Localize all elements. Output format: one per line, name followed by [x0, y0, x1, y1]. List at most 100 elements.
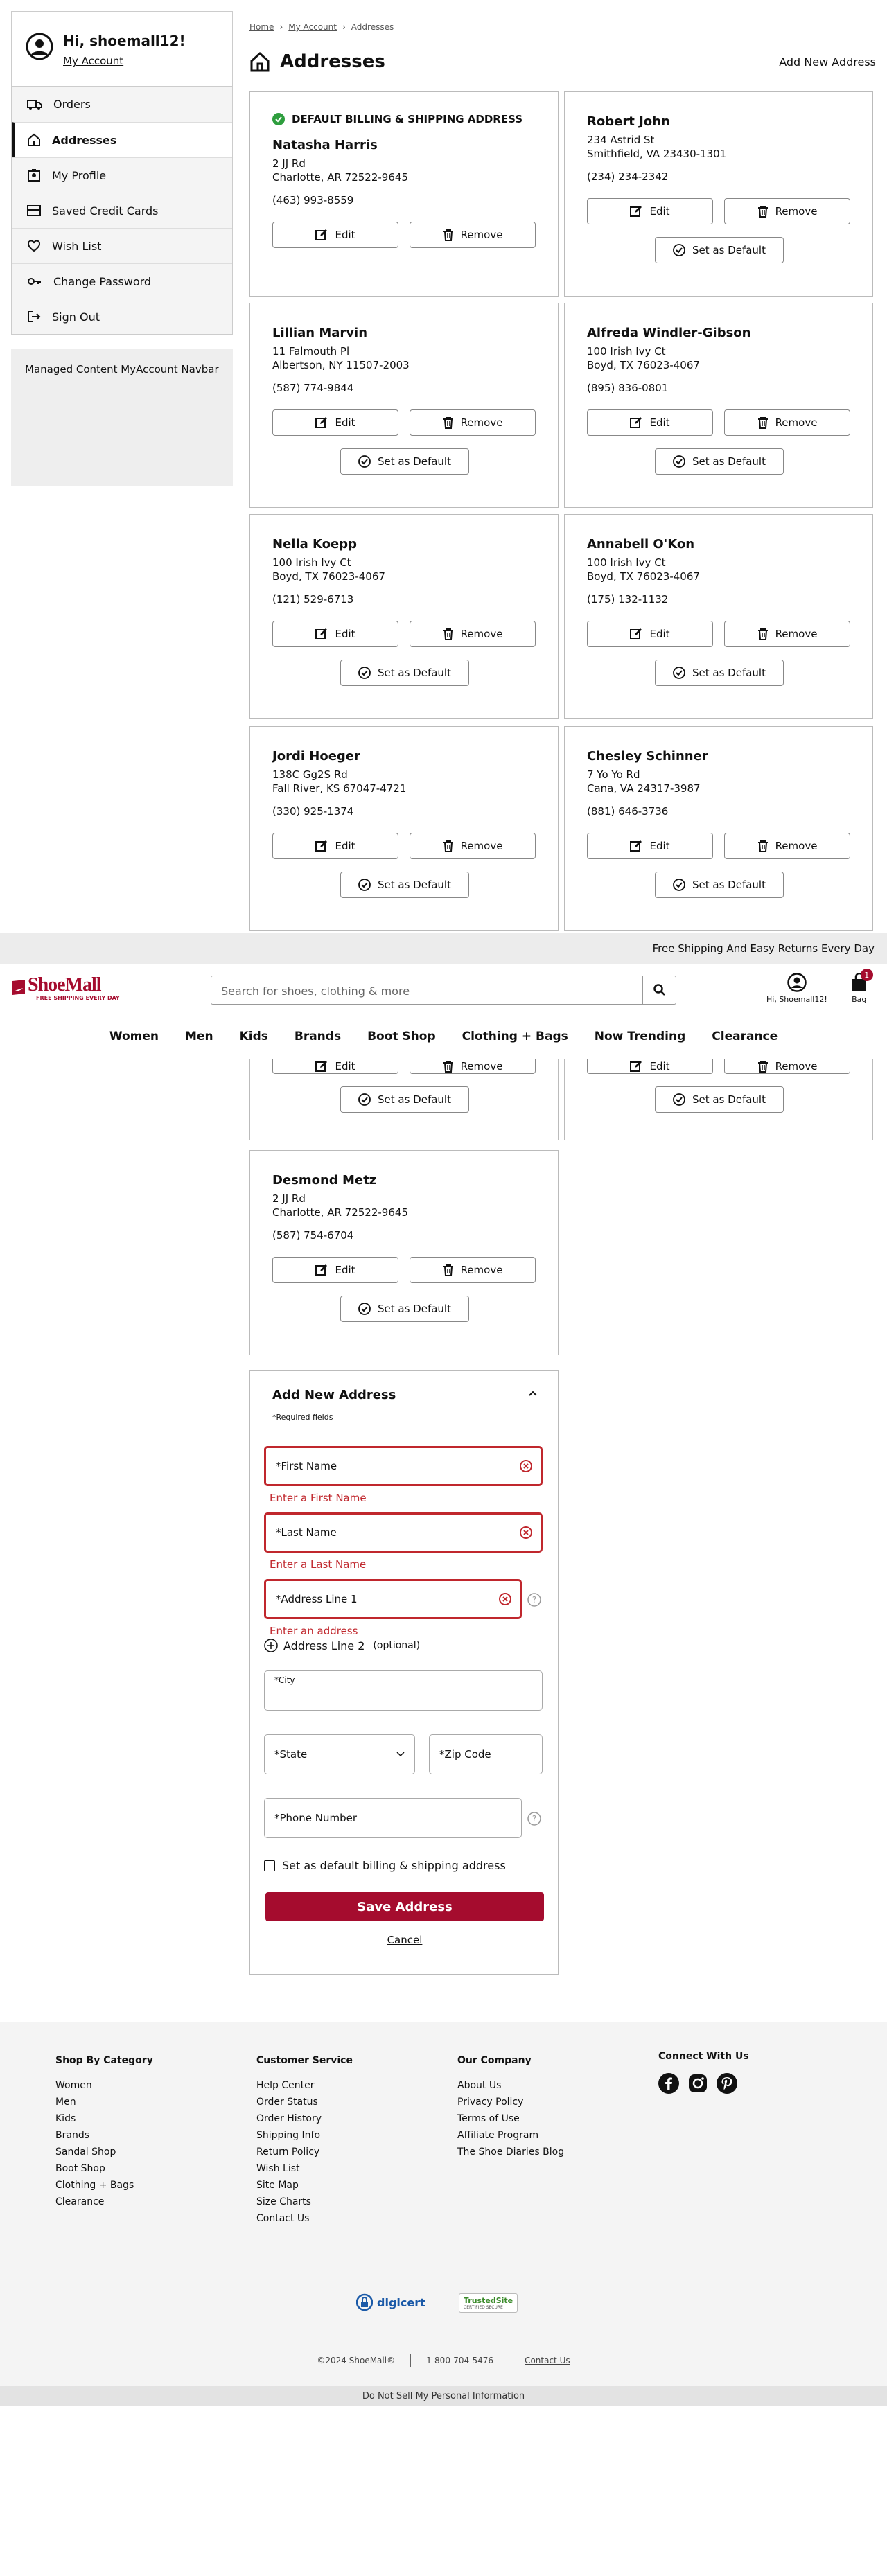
footer-link[interactable]: Terms of Use	[457, 2110, 564, 2127]
footer-link[interactable]: Wish List	[256, 2160, 353, 2177]
search-input[interactable]: Search for shoes, clothing & more	[211, 976, 642, 1004]
edit-button[interactable]: Edit	[587, 198, 713, 224]
help-icon[interactable]: ?	[527, 1593, 541, 1607]
remove-button[interactable]: Remove	[410, 409, 536, 436]
footer-link[interactable]: Size Charts	[256, 2194, 353, 2210]
nav-item[interactable]: Men	[172, 1025, 227, 1053]
phone-number-field[interactable]: *Phone Number	[264, 1798, 522, 1838]
breadcrumb-home[interactable]: Home	[249, 22, 274, 32]
last-name-field[interactable]: *Last Name	[264, 1512, 543, 1553]
sidebar-item-wish-list[interactable]: Wish List	[12, 228, 232, 263]
sidebar-item-credit-cards[interactable]: Saved Credit Cards	[12, 193, 232, 228]
nav-item[interactable]: Women	[96, 1025, 172, 1053]
remove-button[interactable]: Remove	[724, 409, 850, 436]
add-address-line2[interactable]: Address Line 2 (optional)	[264, 1639, 420, 1652]
nav-item[interactable]: Brands	[281, 1025, 354, 1053]
clear-error-icon[interactable]	[520, 1460, 532, 1472]
shoemall-logo[interactable]: ShoeMall FREE SHIPPING EVERY DAY	[11, 974, 120, 1001]
footer-link[interactable]: Privacy Policy	[457, 2094, 564, 2110]
footer-link[interactable]: Order Status	[256, 2094, 353, 2110]
footer-link[interactable]: Sandal Shop	[55, 2144, 153, 2160]
bag-button[interactable]: 1 Bag	[851, 969, 873, 1004]
footer-link[interactable]: Men	[55, 2094, 153, 2110]
nav-item[interactable]: Kids	[227, 1025, 281, 1053]
remove-button[interactable]: Remove	[410, 1257, 536, 1283]
footer-link[interactable]: Kids	[55, 2110, 153, 2127]
remove-button[interactable]: Remove	[724, 833, 850, 859]
save-address-button[interactable]: Save Address	[265, 1892, 544, 1921]
facebook-icon[interactable]	[658, 2073, 679, 2094]
remove-button[interactable]: Remove	[724, 198, 850, 224]
account-button[interactable]: Hi, Shoemall12!	[766, 973, 827, 1004]
clear-error-icon[interactable]	[520, 1526, 532, 1539]
set-default-button[interactable]: Set as Default	[655, 872, 784, 898]
nav-item[interactable]: Clothing + Bags	[449, 1025, 581, 1053]
help-icon[interactable]: ?	[527, 1812, 541, 1826]
pinterest-icon[interactable]	[717, 2073, 737, 2094]
footer-link[interactable]: Brands	[55, 2127, 153, 2144]
remove-button[interactable]: Remove	[410, 222, 536, 248]
sidebar-item-sign-out[interactable]: Sign Out	[12, 299, 232, 334]
set-default-button[interactable]: Set as Default	[340, 872, 469, 898]
footer-link[interactable]: Site Map	[256, 2177, 353, 2194]
sidebar-item-orders[interactable]: Orders	[12, 87, 232, 122]
default-address-checkbox-row[interactable]: Set as default billing & shipping addres…	[264, 1859, 506, 1872]
set-default-button[interactable]: Set as Default	[340, 660, 469, 686]
edit-button[interactable]: Edit	[272, 409, 398, 436]
edit-button[interactable]: Edit	[272, 621, 398, 647]
breadcrumb-account[interactable]: My Account	[288, 22, 337, 32]
footer-link[interactable]: Return Policy	[256, 2144, 353, 2160]
footer-link[interactable]: Shipping Info	[256, 2127, 353, 2144]
default-address-checkbox[interactable]	[264, 1860, 275, 1871]
edit-button[interactable]: Edit	[587, 621, 713, 647]
edit-button[interactable]: Edit	[272, 833, 398, 859]
footer-link[interactable]: The Shoe Diaries Blog	[457, 2144, 564, 2160]
digicert-badge[interactable]: digicert	[356, 2292, 425, 2313]
footer-contact-link[interactable]: Contact Us	[525, 2356, 570, 2365]
set-default-button[interactable]: Set as Default	[340, 1086, 469, 1113]
edit-button[interactable]: Edit	[587, 833, 713, 859]
footer-link[interactable]: Clearance	[55, 2194, 153, 2210]
add-new-address-link[interactable]: Add New Address	[779, 55, 876, 69]
do-not-sell-link[interactable]: Do Not Sell My Personal Information	[362, 2391, 525, 2401]
nav-item[interactable]: Clearance	[699, 1025, 791, 1053]
set-default-button[interactable]: Set as Default	[340, 1296, 469, 1322]
edit-button[interactable]: Edit	[272, 1059, 398, 1074]
footer-link[interactable]: Affiliate Program	[457, 2127, 564, 2144]
remove-button[interactable]: Remove	[724, 1059, 850, 1074]
edit-button[interactable]: Edit	[272, 1257, 398, 1283]
footer-link[interactable]: Order History	[256, 2110, 353, 2127]
footer-link[interactable]: Contact Us	[256, 2210, 353, 2227]
sidebar-item-addresses[interactable]: Addresses	[12, 122, 232, 157]
instagram-icon[interactable]	[687, 2073, 708, 2094]
cancel-button[interactable]: Cancel	[387, 1934, 423, 1946]
nav-item[interactable]: Now Trending	[581, 1025, 699, 1053]
remove-button[interactable]: Remove	[410, 833, 536, 859]
set-default-button[interactable]: Set as Default	[655, 660, 784, 686]
set-default-button[interactable]: Set as Default	[340, 448, 469, 475]
sidebar-item-change-password[interactable]: Change Password	[12, 263, 232, 299]
edit-button[interactable]: Edit	[587, 1059, 713, 1074]
remove-button[interactable]: Remove	[410, 1059, 536, 1074]
my-account-link[interactable]: My Account	[63, 55, 186, 67]
state-select[interactable]: *State	[264, 1734, 415, 1774]
edit-button[interactable]: Edit	[587, 409, 713, 436]
address-line1-field[interactable]: *Address Line 1	[264, 1579, 522, 1619]
set-default-button[interactable]: Set as Default	[655, 448, 784, 475]
first-name-field[interactable]: *First Name	[264, 1446, 543, 1486]
set-default-button[interactable]: Set as Default	[655, 1086, 784, 1113]
clear-error-icon[interactable]	[499, 1593, 511, 1605]
trustedsite-badge[interactable]: TrustedSite CERTIFIED SECURE	[459, 2293, 518, 2313]
footer-link[interactable]: Clothing + Bags	[55, 2177, 153, 2194]
zip-code-field[interactable]: *Zip Code	[429, 1734, 543, 1774]
footer-link[interactable]: Women	[55, 2077, 153, 2094]
chevron-up-icon[interactable]	[529, 1391, 537, 1396]
sidebar-item-profile[interactable]: My Profile	[12, 157, 232, 193]
nav-item[interactable]: Boot Shop	[354, 1025, 449, 1053]
set-default-button[interactable]: Set as Default	[655, 237, 784, 263]
remove-button[interactable]: Remove	[410, 621, 536, 647]
footer-link[interactable]: About Us	[457, 2077, 564, 2094]
edit-button[interactable]: Edit	[272, 222, 398, 248]
footer-link[interactable]: Boot Shop	[55, 2160, 153, 2177]
city-field[interactable]: *City	[264, 1670, 543, 1711]
